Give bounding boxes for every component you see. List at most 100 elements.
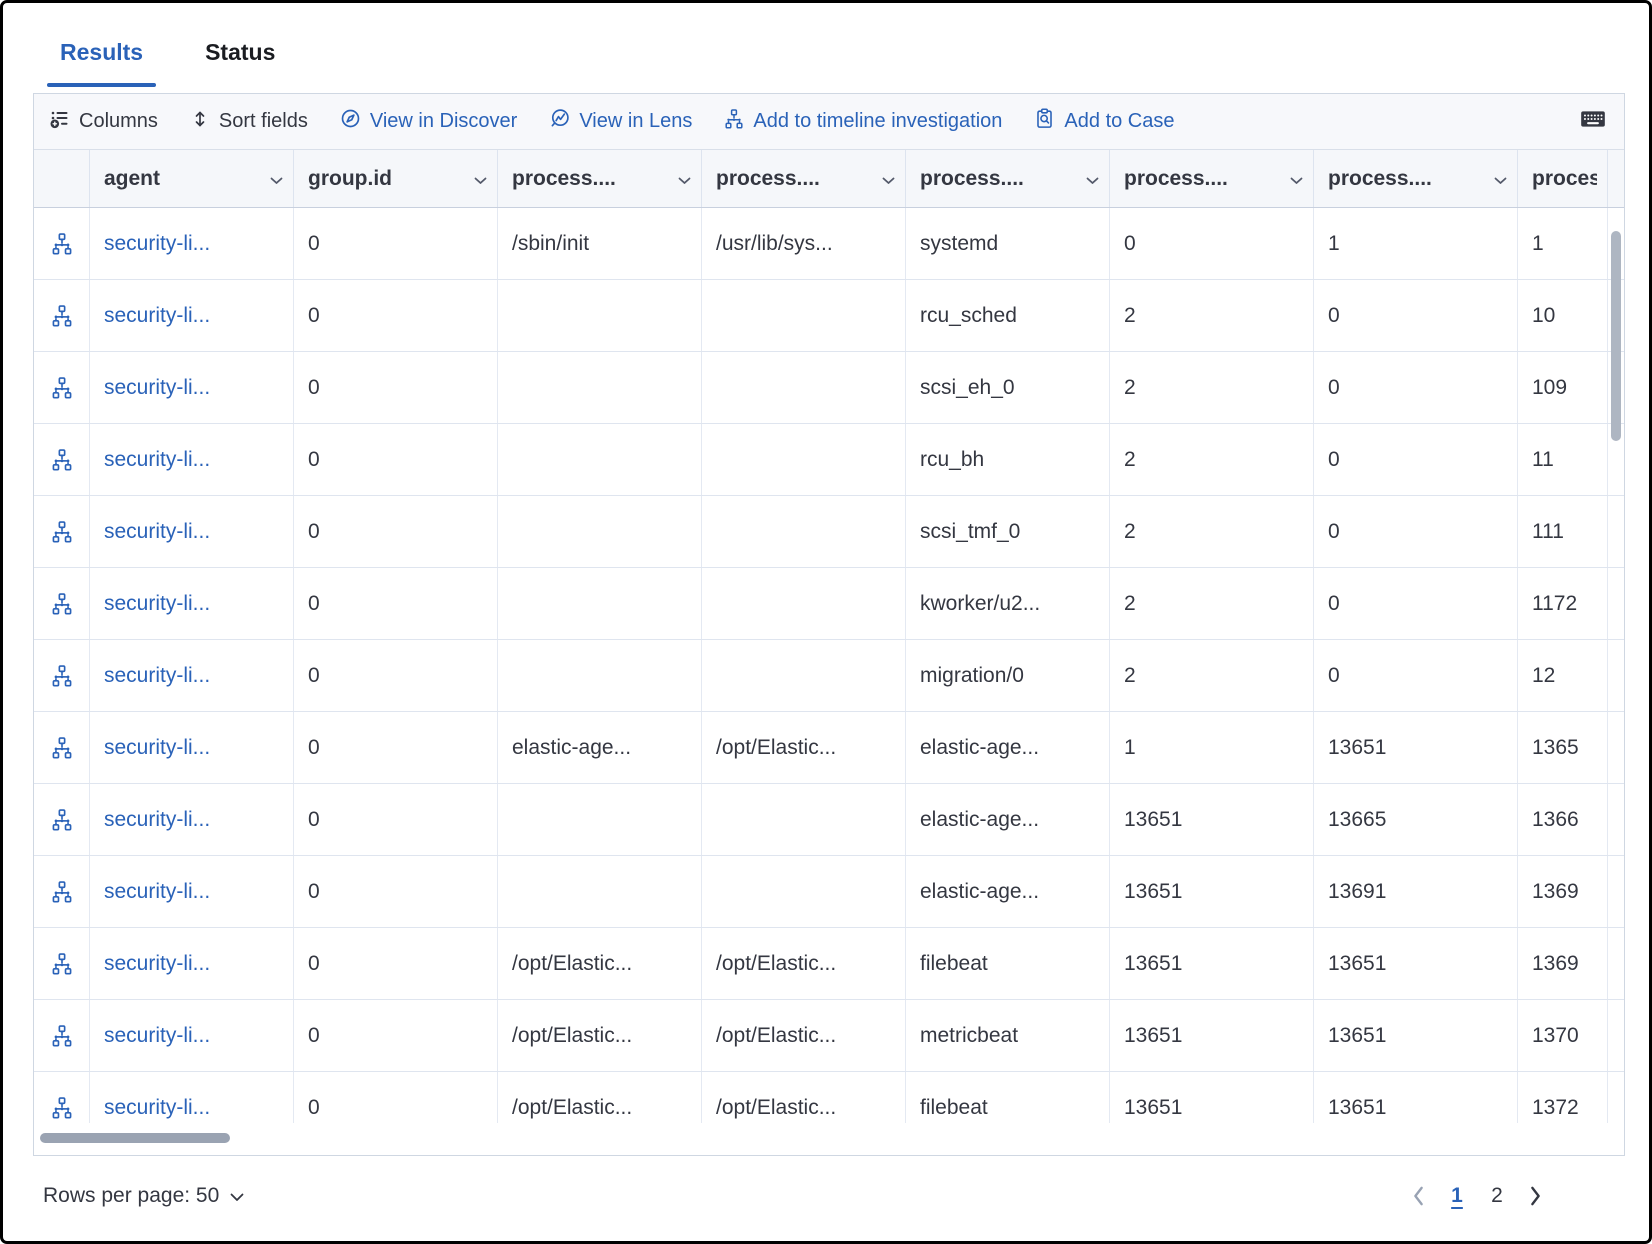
grid-cell[interactable]: 1 [1314,208,1518,279]
grid-cell[interactable] [702,784,906,855]
grid-cell[interactable]: 2 [1110,496,1314,567]
grid-cell[interactable]: 0 [294,208,498,279]
grid-cell[interactable]: 1369 [1518,856,1608,927]
grid-cell[interactable] [498,352,702,423]
grid-cell[interactable] [498,424,702,495]
grid-cell[interactable]: /usr/lib/sys... [702,208,906,279]
grid-cell[interactable]: rcu_sched [906,280,1110,351]
grid-cell[interactable] [702,496,906,567]
keyboard-shortcuts-button[interactable] [1580,108,1606,136]
agent-link[interactable]: security-li... [90,352,294,423]
grid-cell[interactable]: 13651 [1110,1000,1314,1071]
horizontal-scrollbar-thumb[interactable] [40,1133,230,1143]
grid-cell[interactable]: 2 [1110,424,1314,495]
add-to-timeline-button[interactable]: Add to timeline investigation [724,109,1002,135]
grid-cell[interactable]: 1 [1518,208,1608,279]
view-in-lens-button[interactable]: View in Lens [549,108,692,135]
agent-link[interactable]: security-li... [90,712,294,783]
grid-cell[interactable]: 1 [1110,712,1314,783]
grid-cell[interactable]: 0 [294,856,498,927]
agent-link[interactable]: security-li... [90,928,294,999]
grid-cell[interactable]: 0 [294,640,498,711]
grid-cell[interactable]: 0 [294,712,498,783]
vertical-scrollbar-thumb[interactable] [1611,231,1621,441]
grid-cell[interactable]: /opt/Elastic... [498,928,702,999]
grid-cell[interactable]: 0 [294,280,498,351]
grid-cell[interactable]: 0 [294,496,498,567]
grid-cell[interactable]: 0 [1314,424,1518,495]
grid-cell[interactable]: /opt/Elastic... [702,1072,906,1123]
grid-cell[interactable]: 13651 [1314,1000,1518,1071]
agent-link[interactable]: security-li... [90,424,294,495]
agent-link[interactable]: security-li... [90,280,294,351]
grid-cell[interactable]: /opt/Elastic... [702,712,906,783]
open-analyzer-icon-button[interactable] [34,784,90,855]
previous-page-button[interactable] [1405,1182,1432,1210]
grid-cell[interactable]: 1372 [1518,1072,1608,1123]
grid-cell[interactable]: filebeat [906,928,1110,999]
open-analyzer-icon-button[interactable] [34,208,90,279]
agent-link[interactable]: security-li... [90,1000,294,1071]
grid-cell[interactable]: 11 [1518,424,1608,495]
grid-cell[interactable]: 13651 [1314,928,1518,999]
grid-cell[interactable]: 0 [1314,280,1518,351]
column-header[interactable]: process.... [1110,150,1314,207]
columns-button[interactable]: Columns [50,109,158,135]
agent-link[interactable]: security-li... [90,568,294,639]
grid-cell[interactable]: 13651 [1314,712,1518,783]
grid-cell[interactable]: 13651 [1110,784,1314,855]
grid-cell[interactable] [498,640,702,711]
open-analyzer-icon-button[interactable] [34,280,90,351]
next-page-button[interactable] [1522,1182,1549,1210]
grid-cell[interactable]: 2 [1110,352,1314,423]
grid-cell[interactable] [498,568,702,639]
grid-cell[interactable]: 12 [1518,640,1608,711]
grid-cell[interactable]: 0 [1110,208,1314,279]
open-analyzer-icon-button[interactable] [34,352,90,423]
open-analyzer-icon-button[interactable] [34,1000,90,1071]
tab-results[interactable]: Results [47,23,156,93]
grid-cell[interactable] [702,640,906,711]
column-header[interactable]: process.... [1314,150,1518,207]
grid-cell[interactable] [498,784,702,855]
grid-cell[interactable]: scsi_tmf_0 [906,496,1110,567]
column-header[interactable]: process.... [1518,150,1608,207]
grid-cell[interactable]: filebeat [906,1072,1110,1123]
grid-cell[interactable]: migration/0 [906,640,1110,711]
column-header[interactable]: process.... [702,150,906,207]
grid-cell[interactable]: 0 [294,1000,498,1071]
grid-cell[interactable] [498,280,702,351]
grid-cell[interactable]: /opt/Elastic... [498,1072,702,1123]
grid-cell[interactable]: 1366 [1518,784,1608,855]
grid-cell[interactable]: 0 [1314,496,1518,567]
grid-cell[interactable]: 0 [1314,568,1518,639]
sort-fields-button[interactable]: Sort fields [190,109,308,135]
grid-cell[interactable]: 0 [294,568,498,639]
grid-cell[interactable]: elastic-age... [498,712,702,783]
grid-cell[interactable]: /opt/Elastic... [498,1000,702,1071]
grid-cell[interactable]: /opt/Elastic... [702,928,906,999]
grid-cell[interactable]: /sbin/init [498,208,702,279]
add-to-case-button[interactable]: Add to Case [1034,108,1174,135]
view-in-discover-button[interactable]: View in Discover [340,108,517,135]
open-analyzer-icon-button[interactable] [34,928,90,999]
grid-cell[interactable]: 0 [294,424,498,495]
grid-cell[interactable]: 13665 [1314,784,1518,855]
open-analyzer-icon-button[interactable] [34,712,90,783]
page-2-button[interactable]: 2 [1482,1178,1512,1214]
open-analyzer-icon-button[interactable] [34,568,90,639]
open-analyzer-icon-button[interactable] [34,496,90,567]
grid-cell[interactable]: 2 [1110,640,1314,711]
open-analyzer-icon-button[interactable] [34,424,90,495]
grid-cell[interactable]: 1365 [1518,712,1608,783]
agent-link[interactable]: security-li... [90,856,294,927]
grid-cell[interactable]: rcu_bh [906,424,1110,495]
grid-cell[interactable]: elastic-age... [906,712,1110,783]
grid-cell[interactable]: 111 [1518,496,1608,567]
grid-cell[interactable]: 13651 [1314,1072,1518,1123]
grid-cell[interactable]: 1369 [1518,928,1608,999]
grid-cell[interactable]: 0 [294,928,498,999]
agent-link[interactable]: security-li... [90,640,294,711]
grid-cell[interactable]: scsi_eh_0 [906,352,1110,423]
grid-cell[interactable]: 0 [294,352,498,423]
